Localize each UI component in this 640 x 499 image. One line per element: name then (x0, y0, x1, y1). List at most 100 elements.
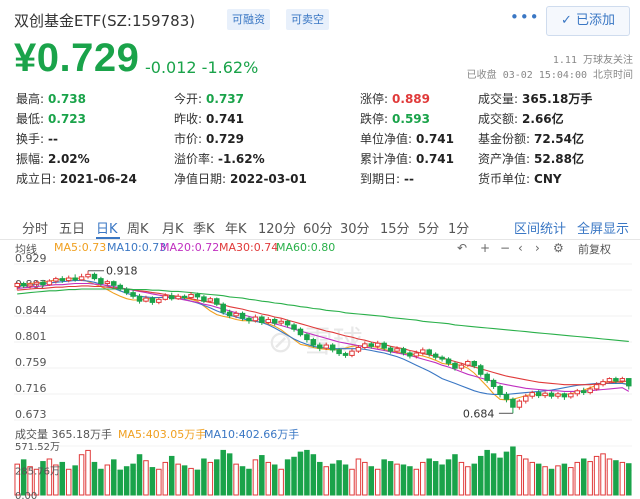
period-tab[interactable]: 30分 (340, 218, 370, 237)
candle-body (143, 297, 149, 302)
stat-item: 今开: 0.737 (174, 90, 244, 107)
volume-bar (471, 463, 478, 496)
candle-body (220, 303, 226, 313)
candle-body (484, 373, 490, 381)
volume-bar (626, 463, 632, 496)
volume-bar (246, 468, 252, 496)
added-watchlist-button[interactable]: ✓ 已添加 (546, 6, 630, 36)
volume-bar (72, 465, 78, 496)
stat-label: 最低: (16, 112, 45, 126)
volume-bar (297, 451, 304, 496)
candle-body (310, 339, 317, 346)
candle-body (516, 400, 523, 408)
candle-body (201, 296, 207, 302)
candle-body (613, 378, 619, 382)
active-tab-indicator (96, 237, 120, 239)
candle-body (593, 384, 600, 390)
volume-bar (78, 454, 85, 496)
volume-bar (477, 455, 484, 496)
stat-label: 货币单位: (478, 172, 531, 186)
candle-body (426, 349, 432, 355)
stat-value: -1.62% (218, 152, 265, 166)
candle-body (117, 284, 123, 290)
stat-value: 0.741 (206, 112, 245, 126)
candle-body (59, 278, 66, 281)
volume-bar (387, 461, 394, 496)
volume-bar (426, 458, 432, 496)
candle-body (362, 343, 368, 348)
fullscreen-link[interactable]: 全屏显示 (577, 218, 629, 237)
period-tab[interactable]: 120分 (258, 218, 296, 237)
y-tick-label: 0.673 (15, 408, 47, 421)
candle-body (452, 362, 458, 369)
stat-value: 0.889 (392, 92, 431, 106)
candle-body (400, 348, 407, 354)
stat-item: 累计净值: 0.741 (360, 150, 454, 167)
volume-bar (593, 455, 600, 496)
stat-item: 成交量: 365.18万手 (478, 90, 592, 107)
period-tab[interactable]: 分时 (22, 218, 48, 237)
volume-bar (336, 460, 342, 496)
volume-bar (271, 464, 278, 496)
range-stats-link[interactable]: 区间统计 (514, 218, 566, 237)
volume-bar (168, 455, 175, 496)
candle-body (40, 281, 46, 286)
candle-body (568, 393, 574, 398)
period-tab[interactable]: 60分 (303, 218, 333, 237)
stat-item: 货币单位: CNY (478, 170, 562, 187)
volume-bar (523, 458, 529, 496)
candle-body (297, 328, 304, 336)
period-tab[interactable]: 年K (225, 218, 247, 237)
volume-bar (143, 460, 149, 496)
candle-body (387, 347, 394, 352)
candle-body (503, 393, 510, 400)
candle-body (323, 344, 329, 349)
candle-body (619, 378, 626, 382)
margin-badge[interactable]: 可融资 (227, 9, 270, 30)
kline-chart-area: 均线 MA5:0.73 MA10:0.73 MA20:0.72 MA30:0.74 MA… (0, 240, 640, 499)
stat-item: 到期日: -- (360, 170, 414, 187)
candle-body (381, 342, 387, 349)
volume-bar (194, 469, 201, 496)
period-tab[interactable]: 周K (127, 218, 149, 237)
candle-body (317, 344, 323, 349)
stat-value: 0.737 (206, 92, 245, 106)
volume-bar (510, 446, 516, 496)
candle-body (458, 364, 465, 369)
volume-legend-item: 成交量 365.18万手 (15, 427, 112, 441)
stat-value: 2.66亿 (522, 112, 564, 126)
volume-bar (252, 459, 259, 496)
period-tab[interactable]: 五日 (59, 218, 85, 237)
candle-body (606, 378, 613, 383)
period-tab[interactable]: 月K (162, 218, 184, 237)
volume-bar (600, 453, 606, 496)
candle-body (587, 388, 593, 394)
volume-bar (394, 463, 400, 496)
high-annotation: 0.918 (106, 265, 138, 278)
stat-value: 2.02% (48, 152, 90, 166)
stat-item: 溢价率: -1.62% (174, 150, 265, 167)
stat-item: 最低: 0.723 (16, 110, 86, 127)
candle-body (600, 381, 606, 386)
candle-body (374, 342, 381, 347)
more-dots-icon[interactable]: ••• (510, 8, 540, 26)
volume-bar (613, 460, 619, 496)
stat-item: 振幅: 2.02% (16, 150, 90, 167)
candle-body (439, 356, 445, 360)
volume-bar (175, 463, 181, 496)
period-tab[interactable]: 季K (193, 218, 215, 237)
period-tab[interactable]: 15分 (380, 218, 410, 237)
period-tab[interactable]: 5分 (418, 218, 439, 237)
candle-body (413, 352, 420, 357)
volume-bar (111, 459, 117, 496)
candle-body (207, 298, 214, 302)
stat-label: 累计净值: (360, 152, 413, 166)
volume-bar (323, 466, 329, 496)
short-sell-badge[interactable]: 可卖空 (286, 9, 329, 30)
period-tab[interactable]: 1分 (448, 218, 469, 237)
stat-label: 今开: (174, 92, 203, 106)
y-tick-label: 0.801 (15, 330, 47, 343)
period-tab[interactable]: 日K (96, 218, 118, 237)
candle-body (14, 283, 20, 288)
stat-value: -- (404, 172, 415, 186)
